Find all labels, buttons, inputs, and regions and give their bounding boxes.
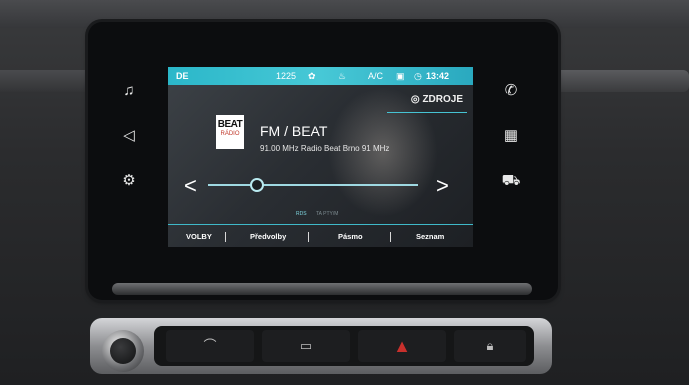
next-station-icon[interactable]: >	[436, 175, 449, 197]
menu-item-seznam[interactable]: Seznam	[416, 228, 444, 246]
menu-separator	[390, 232, 391, 242]
music-note-icon[interactable]: ♫	[118, 80, 140, 102]
bottom-menu: VOLBY Předvolby Pásmo Seznam	[168, 228, 473, 246]
temperature-value: 1225	[276, 71, 297, 81]
rear-defrost-icon: ▭	[299, 338, 313, 353]
apps-icon[interactable]: ⚙	[118, 170, 140, 192]
station-name: FM / BEAT	[260, 123, 328, 139]
volume-knob-center	[110, 338, 136, 364]
menu-item-predvolby[interactable]: Předvolby	[250, 228, 286, 246]
ta-indicator: TA PTY/M	[316, 211, 339, 217]
grid-icon[interactable]: ▦	[500, 125, 522, 147]
menu-separator	[308, 232, 309, 242]
clock-icon: ◷	[414, 71, 422, 81]
seat-heat-icon[interactable]: ♨	[338, 67, 346, 85]
screen-bezel-lip	[112, 283, 532, 295]
frequency-slider-handle[interactable]	[250, 178, 264, 192]
car-icon[interactable]: ⛟	[500, 170, 522, 192]
station-logo-subtext: RÁDIO	[220, 131, 240, 137]
hazard-icon: ▲	[393, 336, 411, 356]
climate-icon[interactable]: ▣	[396, 67, 405, 85]
ac-label[interactable]: A/C	[368, 67, 383, 85]
previous-station-icon[interactable]: <	[184, 175, 197, 197]
front-defrost-icon: ⌒	[203, 338, 217, 353]
sources-label: ZDROJE	[422, 94, 463, 105]
radio-screen: DE 1225 ✿ ♨ A/C ▣ ◷ 13:42 ◎ ZDROJE BEAT …	[168, 67, 473, 247]
menu-item-volby[interactable]: VOLBY	[186, 228, 212, 246]
navigation-icon[interactable]: ◁	[118, 125, 140, 147]
sources-underline	[387, 112, 467, 113]
front-defrost-button[interactable]: ⌒	[166, 330, 254, 362]
lock-icon: 🔒︎	[486, 338, 494, 353]
air-vent-right	[548, 70, 689, 92]
sources-icon: ◎	[410, 94, 420, 105]
station-frequency: 91.00 MHz Radio Beat Brno 91 MHz	[260, 144, 390, 153]
menu-separator	[225, 232, 226, 242]
status-bar: DE 1225 ✿ ♨ A/C ▣ ◷ 13:42	[168, 67, 473, 85]
station-logo-text: BEAT	[217, 119, 243, 130]
fan-icon[interactable]: ✿	[308, 67, 316, 85]
rds-indicator: RDS	[296, 211, 307, 217]
hazard-button[interactable]: ▲	[358, 330, 446, 362]
phone-icon[interactable]: ✆	[500, 80, 522, 102]
frequency-slider-track[interactable]	[208, 184, 418, 186]
air-vent-left	[0, 70, 90, 92]
menu-divider	[168, 224, 473, 225]
menu-item-pasmo[interactable]: Pásmo	[338, 228, 363, 246]
door-lock-button[interactable]: 🔒︎	[454, 330, 526, 362]
station-logo: BEAT RÁDIO	[216, 115, 244, 149]
rear-defrost-button[interactable]: ▭	[262, 330, 350, 362]
status-left-icon: DE	[176, 71, 189, 81]
clock-time: 13:42	[426, 71, 450, 81]
sources-button[interactable]: ◎ ZDROJE	[411, 91, 463, 109]
